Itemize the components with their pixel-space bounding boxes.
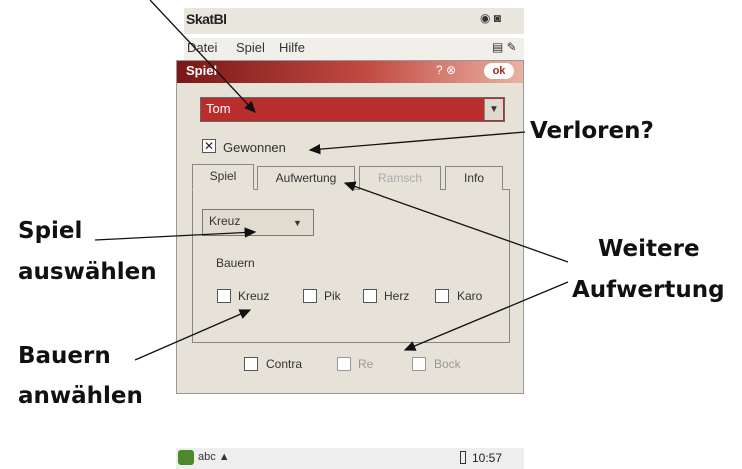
arrow-to-aufwertung-tab [343, 181, 569, 263]
arrow-to-won [308, 131, 526, 155]
annotation-arrows [94, 0, 569, 361]
arrow-to-game-select [94, 227, 257, 241]
arrow-to-bauern [134, 309, 252, 361]
arrow-to-bottom-options [403, 281, 569, 351]
arrow-to-title [149, 0, 256, 113]
